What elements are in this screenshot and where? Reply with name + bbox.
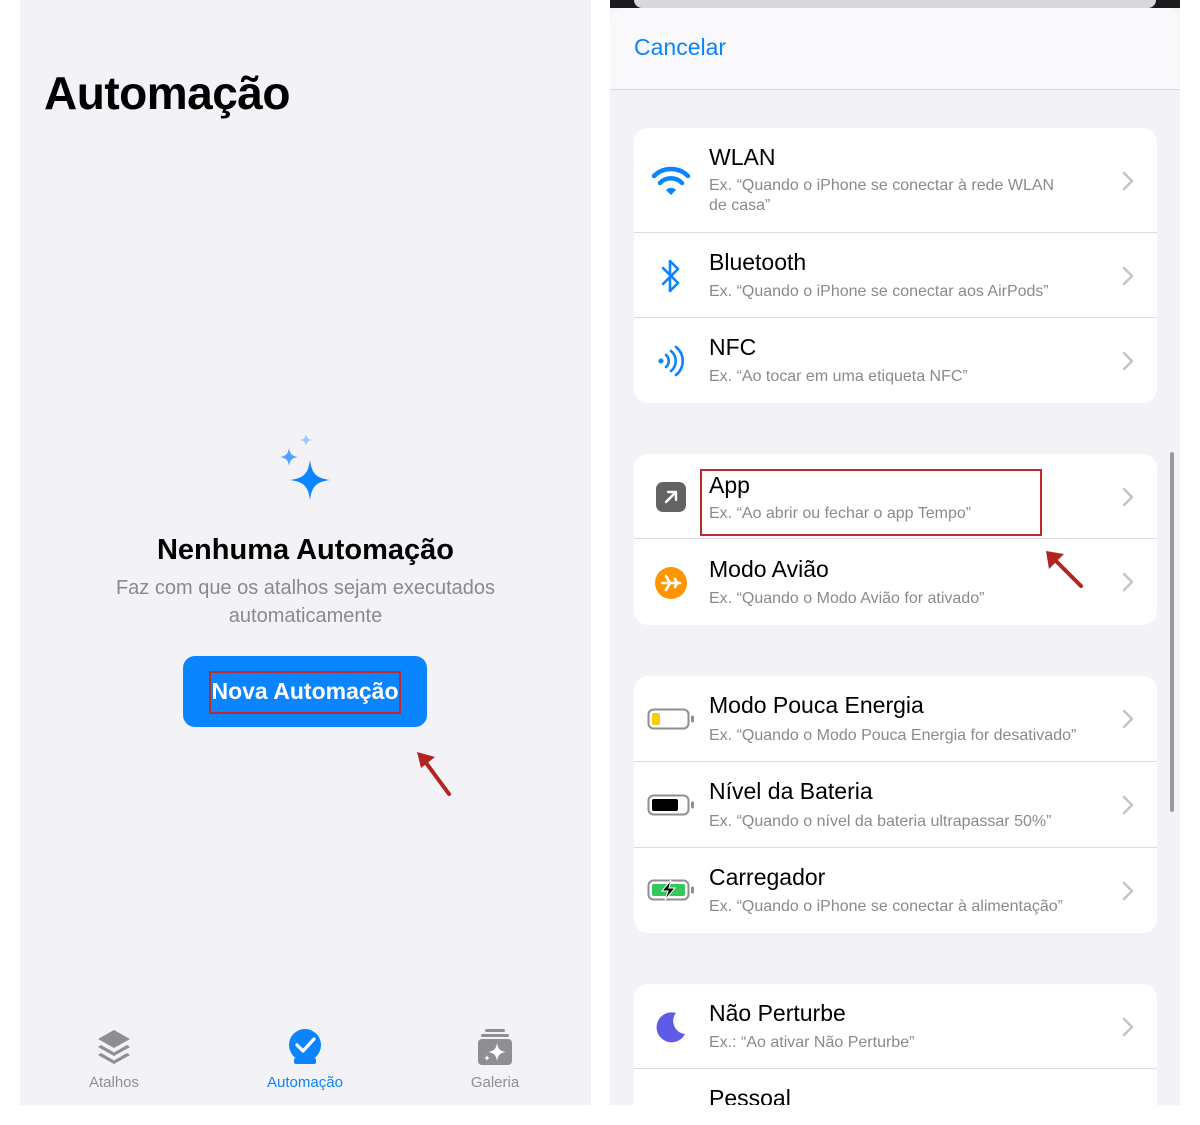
- chevron-right-icon: [1122, 795, 1134, 815]
- row-title: Pessoal: [709, 1085, 791, 1105]
- tab-label: Automação: [267, 1074, 343, 1091]
- tab-atalhos[interactable]: Atalhos: [54, 1018, 174, 1105]
- tab-galeria[interactable]: Galeria: [435, 1018, 555, 1105]
- empty-state-title: Nenhuma Automação: [156, 534, 455, 566]
- trigger-row-personal[interactable]: Pessoal: [634, 1069, 1157, 1105]
- row-title: Modo Pouca Energia: [709, 692, 924, 718]
- chevron-right-icon: [1122, 1017, 1134, 1037]
- highlight-box: [209, 671, 401, 714]
- row-title: NFC: [709, 334, 757, 360]
- row-title: Modo Avião: [709, 556, 829, 582]
- battery-charging-icon: [646, 867, 696, 913]
- row-subtitle: Ex. “Quando o nível da bateria ultrapass…: [709, 813, 1052, 830]
- layers-icon: [98, 1030, 130, 1064]
- row-title: Bluetooth: [709, 249, 807, 275]
- battery-full-icon: [646, 782, 696, 828]
- scrollbar[interactable]: [1170, 452, 1174, 812]
- airplane-icon: [648, 560, 694, 606]
- tab-label: Atalhos: [88, 1074, 140, 1091]
- chevron-right-icon: [1122, 572, 1134, 592]
- tab-bar: Atalhos Automação Galeria: [20, 1018, 591, 1105]
- row-title: Não Perturbe: [709, 1000, 846, 1026]
- trigger-group-focus: Não Perturbe Ex.: “Ao ativar Não Perturb…: [634, 984, 1157, 1105]
- row-subtitle: Ex. “Quando o iPhone se conectar à alime…: [709, 898, 1063, 915]
- row-subtitle: Ex. “Ao tocar em uma etiqueta NFC”: [709, 368, 968, 385]
- trigger-row-wlan[interactable]: WLAN Ex. “Quando o iPhone se conectar à …: [634, 128, 1157, 233]
- app-arrow-icon: [648, 474, 694, 520]
- page-title: Automação: [44, 67, 290, 119]
- bluetooth-icon: [648, 253, 694, 299]
- screenshot-stage: Automação Nenhuma Automação Faz com que …: [0, 0, 1200, 1125]
- trigger-row-charger[interactable]: Carregador Ex. “Quando o iPhone se conec…: [634, 848, 1157, 933]
- row-subtitle: Ex. “Quando o iPhone se conectar aos Air…: [709, 283, 1049, 300]
- row-subtitle-line2: de casa”: [709, 197, 771, 214]
- new-automation-sheet: Cancelar WLAN Ex. “Quando o iPhone se co…: [610, 0, 1180, 1105]
- chevron-right-icon: [1122, 487, 1134, 507]
- row-subtitle: Ex. “Quando o Modo Avião for ativado”: [709, 590, 985, 607]
- chevron-right-icon: [1122, 171, 1134, 191]
- trigger-row-nfc[interactable]: NFC Ex. “Ao tocar em uma etiqueta NFC”: [634, 318, 1157, 403]
- trigger-row-do-not-disturb[interactable]: Não Perturbe Ex.: “Ao ativar Não Perturb…: [634, 984, 1157, 1069]
- chevron-right-icon: [1122, 709, 1134, 729]
- tab-automacao[interactable]: Automação: [245, 1018, 365, 1105]
- cancel-button[interactable]: Cancelar: [634, 34, 726, 61]
- annotation-arrow-icon: [417, 752, 451, 796]
- tab-label: Galeria: [470, 1074, 520, 1091]
- row-subtitle: Ex.: “Ao ativar Não Perturbe”: [709, 1034, 915, 1051]
- chevron-right-icon: [1122, 351, 1134, 371]
- trigger-group-connectivity: WLAN Ex. “Quando o iPhone se conectar à …: [634, 128, 1157, 403]
- empty-state-subtitle-line2: automaticamente: [228, 605, 383, 627]
- row-subtitle: Ex. “Quando o Modo Pouca Energia for des…: [709, 727, 1077, 744]
- row-title: WLAN: [709, 144, 776, 170]
- sheet-header: Cancelar: [610, 8, 1180, 90]
- row-title: Nível da Bateria: [709, 778, 873, 804]
- row-subtitle: Ex. “Quando o iPhone se conectar à rede …: [709, 176, 1109, 216]
- trigger-group-battery: Modo Pouca Energia Ex. “Quando o Modo Po…: [634, 676, 1157, 933]
- moon-icon: [648, 1004, 694, 1050]
- wifi-icon: [648, 158, 694, 204]
- gallery-sparkle-icon: [478, 1029, 512, 1065]
- annotation-arrow-icon: [1046, 551, 1083, 588]
- sheet-backdrop: [610, 0, 1180, 8]
- highlight-box: [700, 469, 1042, 536]
- row-title: Carregador: [709, 864, 826, 890]
- trigger-row-low-power-mode[interactable]: Modo Pouca Energia Ex. “Quando o Modo Po…: [634, 676, 1157, 762]
- empty-state-subtitle: Faz com que os atalhos sejam executados …: [80, 574, 531, 630]
- row-subtitle-line1: Ex. “Quando o iPhone se conectar à rede …: [709, 177, 1055, 194]
- trigger-row-bluetooth[interactable]: Bluetooth Ex. “Quando o iPhone se conect…: [634, 233, 1157, 318]
- automation-screen: Automação Nenhuma Automação Faz com que …: [20, 0, 591, 1105]
- chevron-right-icon: [1122, 266, 1134, 286]
- sparkles-icon: [280, 434, 330, 500]
- battery-low-icon: [646, 696, 696, 742]
- trigger-row-battery-level[interactable]: Nível da Bateria Ex. “Quando o nível da …: [634, 762, 1157, 848]
- chevron-right-icon: [1122, 881, 1134, 901]
- empty-state-subtitle-line1: Faz com que os atalhos sejam executados: [115, 577, 496, 599]
- clock-check-icon: [289, 1029, 321, 1064]
- person-icon: [648, 1087, 694, 1105]
- nfc-icon: [648, 338, 694, 384]
